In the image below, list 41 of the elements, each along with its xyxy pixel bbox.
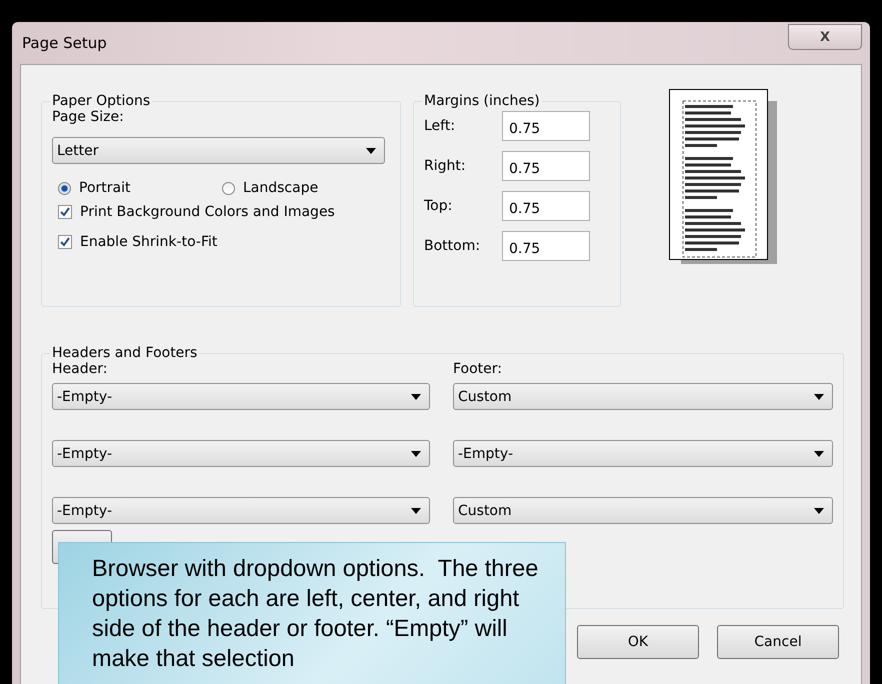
radio-button[interactable] [222,182,235,194]
group-title: Margins (inches) [423,93,541,109]
window-title: Page Setup [22,34,107,52]
caret-icon [814,394,824,400]
input-field[interactable]: 0.75 [502,151,590,181]
caret-icon [411,508,421,514]
field-label: Top: [424,198,454,214]
group-title: Headers and Footers [51,345,198,361]
field-label: Left: [424,118,456,134]
dropdown[interactable]: Custom [453,383,833,410]
checkbox[interactable] [58,235,72,249]
checkbox-label: Print Background Colors and Images [80,204,335,220]
field-label: Page Size: [52,109,125,125]
caret-icon [411,394,421,400]
close-button[interactable]: X [788,24,862,50]
input-field[interactable]: 0.75 [502,111,590,141]
radio-label: Landscape [243,180,318,196]
caret-icon [411,450,421,456]
field-label: Bottom: [424,238,482,254]
caret-icon [814,450,824,456]
input-field[interactable]: 0.75 [502,231,590,261]
ok-button[interactable]: OK [577,625,699,659]
caret-icon [814,508,824,514]
dropdown[interactable]: -Empty- [52,440,430,467]
dropdown[interactable]: -Empty- [453,440,833,467]
checkbox-label: Enable Shrink-to-Fit [80,234,218,250]
radio-label: Portrait [79,180,130,196]
caret-icon [366,148,376,154]
dropdown[interactable]: Custom [453,497,833,524]
field-label: Footer: [453,361,504,377]
dropdown[interactable]: -Empty- [52,497,430,524]
checkbox[interactable] [58,205,72,219]
callout-text: Browser with dropdown options. The three options for each are left, center, and right side of the header or footer. “Empty” will make that selection [92,554,540,673]
field-label: Header: [52,361,108,377]
dropdown[interactable]: -Empty- [52,383,430,410]
field-label: Right: [424,158,467,174]
input-field[interactable]: 0.75 [502,191,590,221]
radio-button[interactable] [58,182,71,194]
dropdown[interactable]: Letter [52,137,385,164]
group-title: Paper Options [51,93,152,109]
cancel-button[interactable]: Cancel [717,625,839,659]
